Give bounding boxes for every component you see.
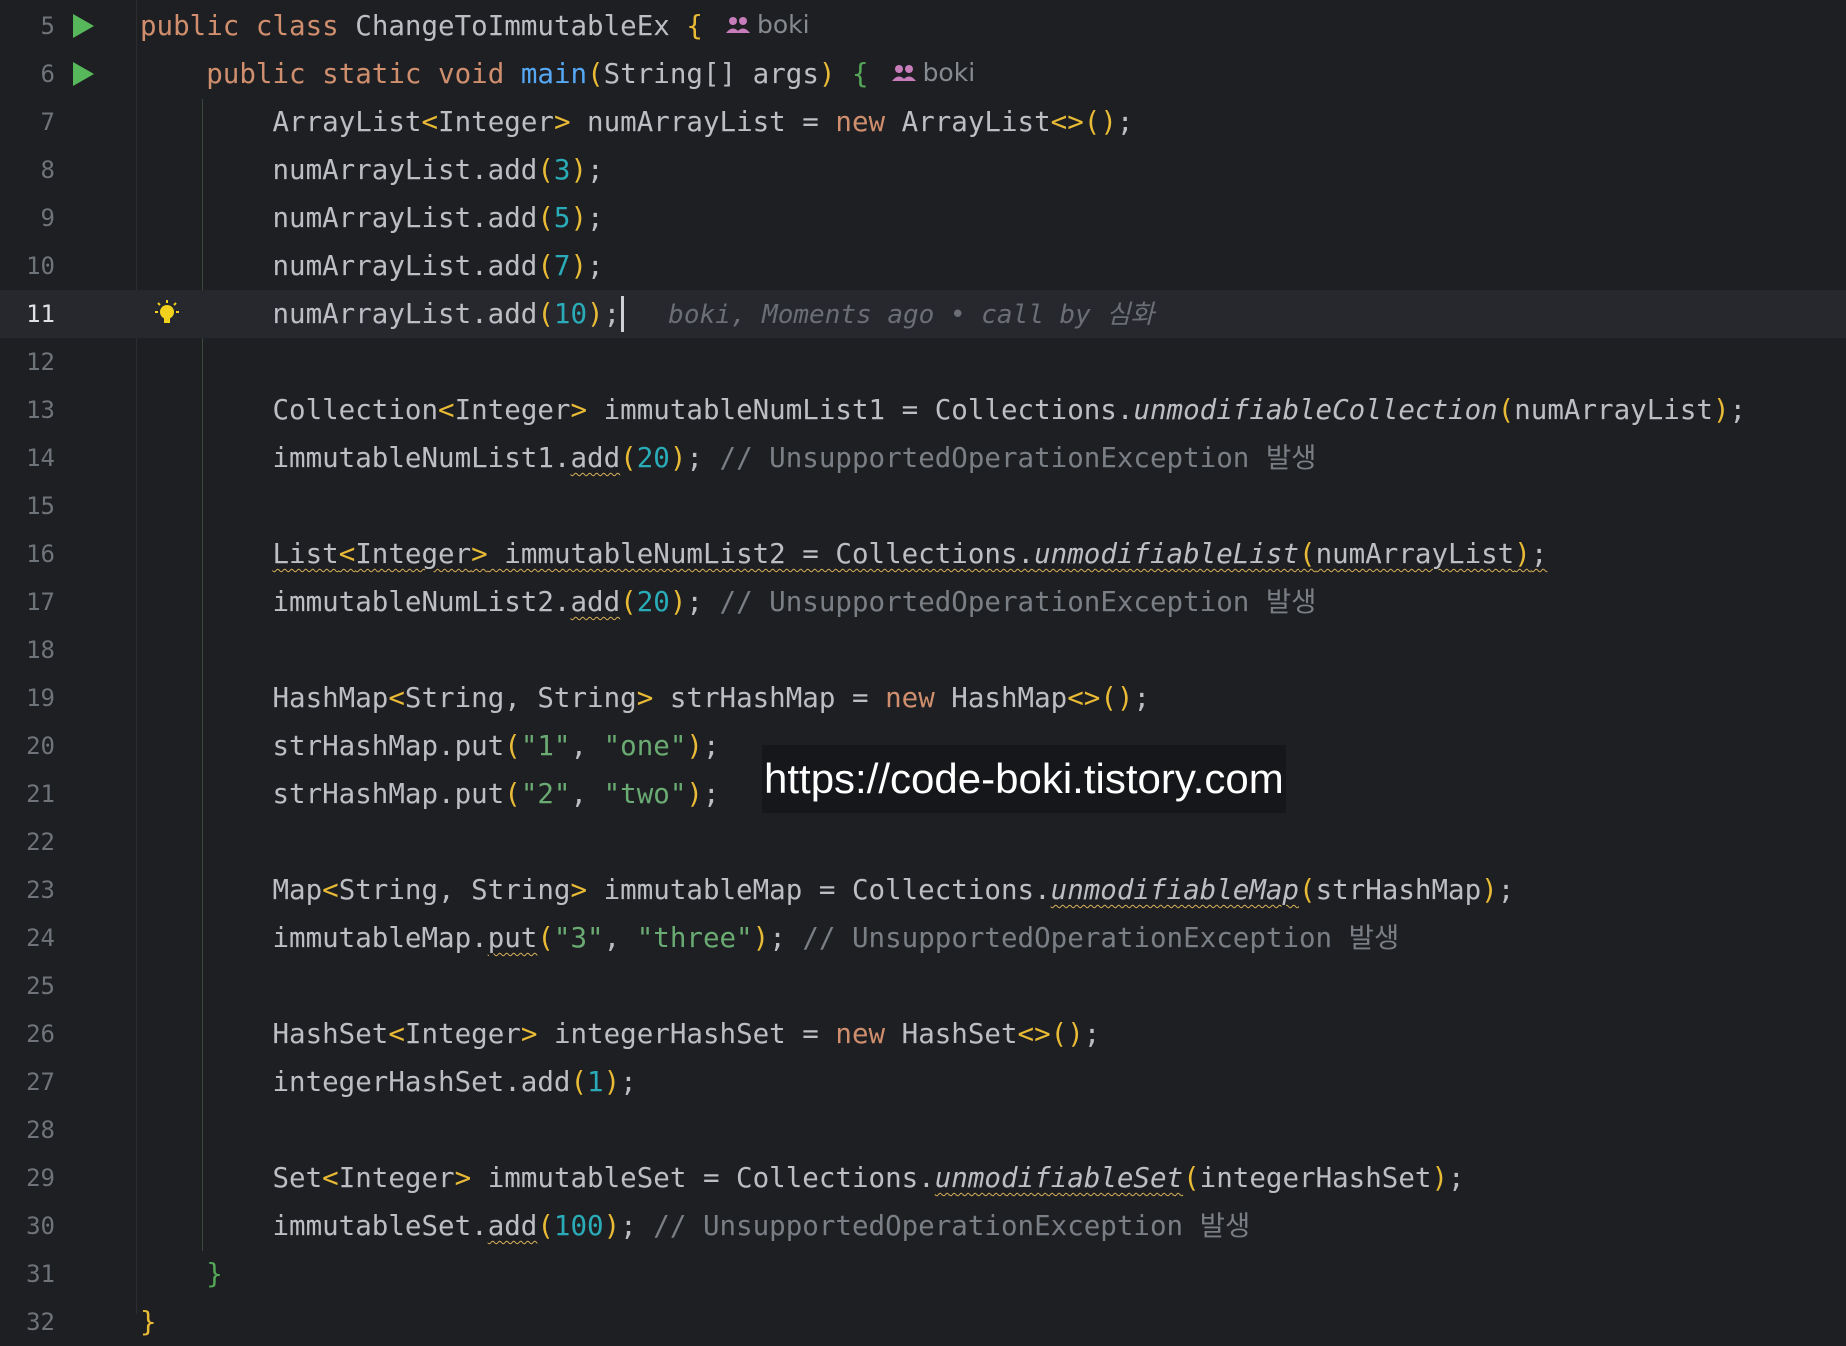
code-text: Map<String, String> immutableMap = Colle… — [272, 874, 1515, 906]
run-icon[interactable] — [70, 60, 96, 88]
line-number: 6 — [40, 60, 55, 88]
line-number: 13 — [26, 396, 55, 424]
line-number: 11 — [26, 300, 55, 328]
code-line[interactable]: 31 } — [0, 1250, 1846, 1298]
text-caret — [621, 296, 625, 332]
code-text: Collection<Integer> immutableNumList1 = … — [272, 394, 1747, 426]
code-line[interactable]: 16 List<Integer> immutableNumList2 = Col… — [0, 530, 1846, 578]
code-text: public static void main(String[] args) {… — [140, 56, 975, 93]
line-number: 20 — [26, 732, 55, 760]
users-icon — [891, 65, 916, 81]
code-line[interactable]: 7 ArrayList<Integer> numArrayList = new … — [0, 98, 1846, 146]
line-number: 22 — [26, 828, 55, 856]
code-text: public class ChangeToImmutableEx {boki — [140, 8, 810, 45]
code-text: numArrayList.add(5); — [272, 202, 604, 234]
code-line[interactable]: 13 Collection<Integer> immutableNumList1… — [0, 386, 1846, 434]
run-icon[interactable] — [70, 12, 96, 40]
code-text: ArrayList<Integer> numArrayList = new Ar… — [272, 106, 1134, 138]
line-number: 29 — [26, 1164, 55, 1192]
line-number: 19 — [26, 684, 55, 712]
code-line[interactable]: 26 HashSet<Integer> integerHashSet = new… — [0, 1010, 1846, 1058]
code-line[interactable]: 10 numArrayList.add(7); — [0, 242, 1846, 290]
code-line[interactable]: 23 Map<String, String> immutableMap = Co… — [0, 866, 1846, 914]
line-number: 17 — [26, 588, 55, 616]
code-text: immutableMap.put("3", "three"); // Unsup… — [272, 922, 1400, 954]
users-icon — [725, 17, 750, 33]
line-number: 26 — [26, 1020, 55, 1048]
line-number: 30 — [26, 1212, 55, 1240]
code-text: integerHashSet.add(1); — [272, 1066, 637, 1098]
line-number: 27 — [26, 1068, 55, 1096]
line-number: 31 — [26, 1260, 55, 1288]
line-number: 8 — [40, 156, 55, 184]
code-text: } — [206, 1258, 223, 1290]
line-number: 32 — [26, 1308, 55, 1336]
line-number: 5 — [40, 12, 55, 40]
line-number: 16 — [26, 540, 55, 568]
code-line[interactable]: 27 integerHashSet.add(1); — [0, 1058, 1846, 1106]
code-line[interactable]: 12 — [0, 338, 1846, 386]
code-text: Set<Integer> immutableSet = Collections.… — [272, 1162, 1465, 1194]
watermark-url: https://code-boki.tistory.com — [762, 745, 1286, 813]
line-number: 14 — [26, 444, 55, 472]
code-line[interactable]: 28 — [0, 1106, 1846, 1154]
line-number: 28 — [26, 1116, 55, 1144]
code-line[interactable]: 18 — [0, 626, 1846, 674]
code-line[interactable]: 17 immutableNumList2.add(20); // Unsuppo… — [0, 578, 1846, 626]
code-line[interactable]: 19 HashMap<String, String> strHashMap = … — [0, 674, 1846, 722]
code-line[interactable]: 24 immutableMap.put("3", "three"); // Un… — [0, 914, 1846, 962]
code-text: immutableSet.add(100); // UnsupportedOpe… — [272, 1210, 1251, 1242]
code-line[interactable]: 5 public class ChangeToImmutableEx {boki — [0, 2, 1846, 50]
line-number: 24 — [26, 924, 55, 952]
line-number: 7 — [40, 108, 55, 136]
code-text: strHashMap.put("2", "two"); — [272, 778, 720, 810]
code-text: numArrayList.add(10); boki, Moments ago •… — [272, 296, 1155, 332]
author-hint[interactable]: boki — [891, 55, 975, 91]
line-number: 9 — [40, 204, 55, 232]
code-text: immutableNumList2.add(20); // Unsupporte… — [272, 586, 1317, 618]
code-text: immutableNumList1.add(20); // Unsupporte… — [272, 442, 1317, 474]
code-line[interactable]: 29 Set<Integer> immutableSet = Collectio… — [0, 1154, 1846, 1202]
code-line-current[interactable]: 11 numArrayList.add(10); boki, Moments ag… — [0, 290, 1846, 338]
code-text: List<Integer> immutableNumList2 = Collec… — [272, 538, 1548, 570]
line-number: 18 — [26, 636, 55, 664]
code-line[interactable]: 6 public static void main(String[] args)… — [0, 50, 1846, 98]
code-line[interactable]: 25 — [0, 962, 1846, 1010]
line-number: 21 — [26, 780, 55, 808]
git-blame-annotation[interactable]: boki, Moments ago • call by 심화 — [668, 300, 1154, 330]
code-line[interactable]: 30 immutableSet.add(100); // Unsupported… — [0, 1202, 1846, 1250]
code-text: strHashMap.put("1", "one"); — [272, 730, 720, 762]
line-number: 12 — [26, 348, 55, 376]
code-line[interactable]: 14 immutableNumList1.add(20); // Unsuppo… — [0, 434, 1846, 482]
code-editor[interactable]: 5 public class ChangeToImmutableEx {boki… — [0, 0, 1846, 1338]
code-text: HashMap<String, String> strHashMap = new… — [272, 682, 1151, 714]
line-number: 10 — [26, 252, 55, 280]
code-text: } — [140, 1306, 157, 1338]
code-text: numArrayList.add(7); — [272, 250, 604, 282]
code-line[interactable]: 32 } — [0, 1298, 1846, 1346]
line-number: 15 — [26, 492, 55, 520]
code-text: numArrayList.add(3); — [272, 154, 604, 186]
line-number: 25 — [26, 972, 55, 1000]
code-text: HashSet<Integer> integerHashSet = new Ha… — [272, 1018, 1101, 1050]
code-line[interactable]: 9 numArrayList.add(5); — [0, 194, 1846, 242]
code-line[interactable]: 22 — [0, 818, 1846, 866]
code-line[interactable]: 8 numArrayList.add(3); — [0, 146, 1846, 194]
author-hint[interactable]: boki — [725, 7, 810, 43]
code-line[interactable]: 15 — [0, 482, 1846, 530]
line-number: 23 — [26, 876, 55, 904]
